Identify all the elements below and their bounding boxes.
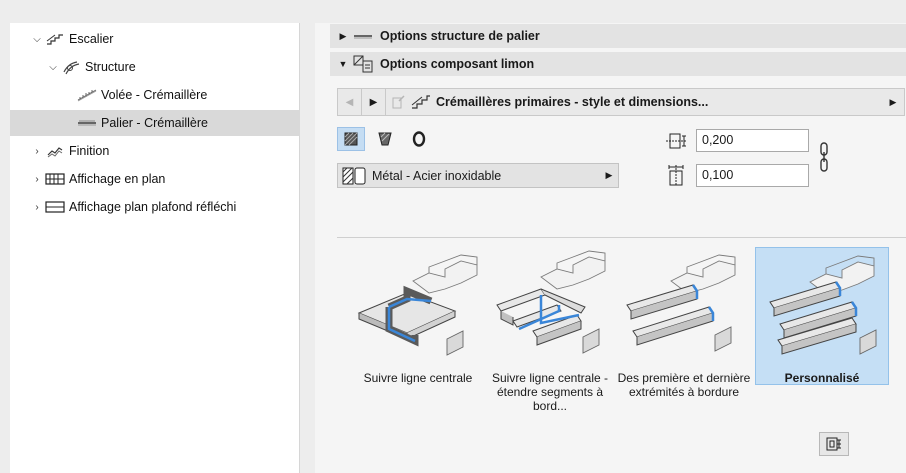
finish-icon [44,143,66,159]
tree-item-finition[interactable]: › Finition [10,138,300,164]
tree-item-escalier[interactable]: ⌵ Escalier [10,26,300,52]
option-follow-centerline-extend[interactable] [483,247,617,385]
stair-icon [44,31,66,47]
option-follow-centerline[interactable] [351,247,485,385]
stringer-component-icon [350,55,376,73]
option-first-last-edge[interactable] [617,247,751,385]
fill-ring-button[interactable] [405,127,433,151]
section-title: Options composant limon [380,57,535,71]
height-dimension-icon [665,164,687,186]
tree-item-palier[interactable]: Palier - Crémaillère [10,110,300,136]
edit-document-icon[interactable] [386,89,410,115]
tree-item-affichage-plan[interactable]: › Affichage en plan [10,166,300,192]
previous-button[interactable]: ◀ [338,89,362,115]
chevron-down-icon[interactable]: ⌵ [46,62,60,73]
section-stringer-header[interactable]: ▼ Options composant limon [330,52,906,76]
landing-icon [76,115,98,131]
chevron-down-icon[interactable]: ⌵ [30,34,44,45]
section-landing-structure-header[interactable]: ▶ Options structure de palier [330,24,906,48]
fill-taper-button[interactable] [371,127,399,151]
tree-item-label: Volée - Crémaillère [101,88,208,102]
fill-solid-button[interactable] [337,127,365,151]
nav-label: Crémaillères primaires - style et dimens… [436,95,709,109]
tree-item-label: Finition [69,144,110,158]
ceiling-plan-icon [44,199,66,215]
width-input[interactable]: 0,200 [696,129,809,152]
plan-display-icon [44,171,66,187]
stair-icon [410,94,432,110]
tree-item-volee[interactable]: Volée - Crémaillère [10,82,300,108]
section-title: Options structure de palier [380,29,540,43]
settings-tree: ⌵ Escalier ⌵ Structure Volée - Crémaillè… [10,23,300,473]
option-custom[interactable] [755,247,889,385]
chevron-right-icon[interactable]: › [30,146,44,157]
option-label: Suivre ligne centrale [363,371,473,385]
chevron-right-icon[interactable]: › [30,174,44,185]
tree-item-label: Palier - Crémaillère [101,116,208,130]
triangle-right-icon[interactable]: ▶ [882,97,904,108]
structure-icon [60,59,82,75]
link-chain-icon[interactable] [819,141,829,176]
stringer-nav-bar: ◀ ▶ Crémaillères primaires - style et di… [337,88,905,116]
height-input[interactable]: 0,100 [696,164,809,187]
option-label: Des première et dernière extrémités à bo… [617,371,751,399]
option-label: Suivre ligne centrale - étendre segments… [491,371,609,413]
width-dimension-icon [665,130,687,152]
triangle-right-icon[interactable]: ▶ [336,31,350,42]
tree-item-label: Structure [85,60,136,74]
custom-settings-button[interactable] [819,432,849,456]
tree-item-structure[interactable]: ⌵ Structure [10,54,300,80]
material-label: Métal - Acier inoxidable [372,168,502,183]
divider [337,237,906,238]
chevron-right-icon[interactable]: › [30,202,44,213]
material-swatch-icon [342,167,366,185]
material-select[interactable]: Métal - Acier inoxidable ▶ [337,163,619,188]
option-label: Personnalisé [784,371,860,385]
landing-icon [350,31,376,41]
next-button[interactable]: ▶ [362,89,386,115]
triangle-right-icon: ▶ [605,170,613,180]
flight-icon [76,87,98,103]
tree-item-label: Escalier [69,32,114,46]
tree-item-affichage-plafond[interactable]: › Affichage plan plafond réfléchi [10,194,300,220]
tree-item-label: Affichage plan plafond réfléchi [69,200,237,214]
settings-panel: ▶ Options structure de palier ▼ Options … [315,23,906,473]
triangle-down-icon[interactable]: ▼ [336,59,350,69]
tree-item-label: Affichage en plan [69,172,166,186]
